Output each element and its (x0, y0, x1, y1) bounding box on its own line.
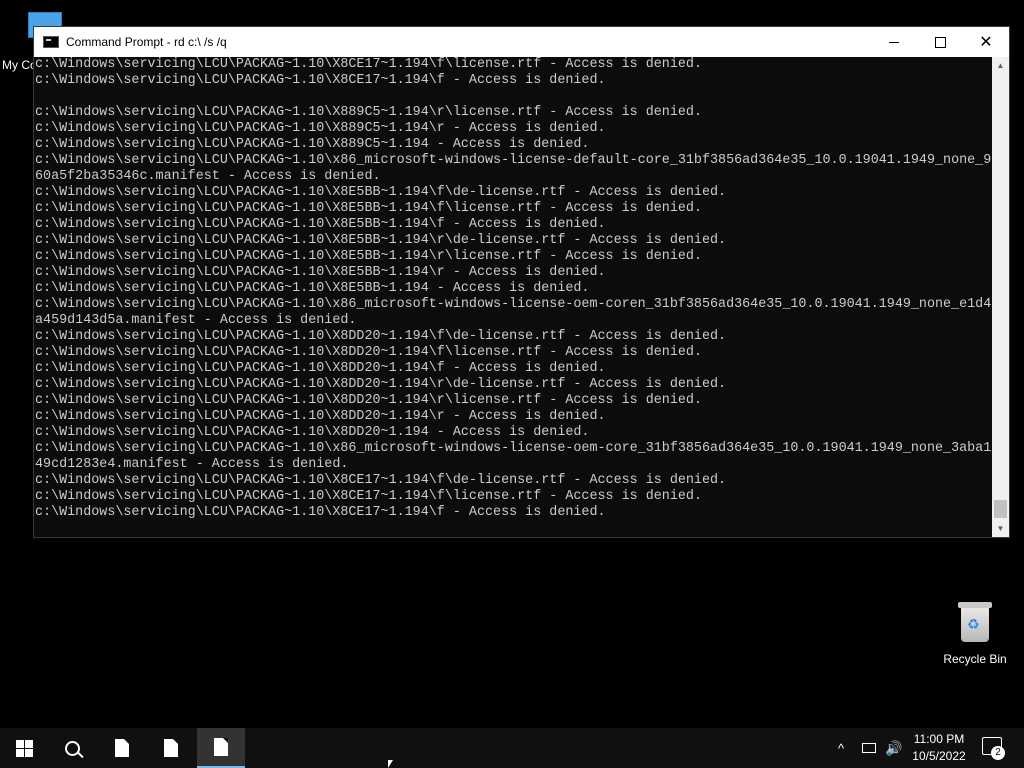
scrollbar-thumb[interactable] (994, 500, 1007, 518)
console-line: c:\Windows\servicing\LCU\PACKAG~1.10\X8C… (35, 57, 702, 72)
console-line: c:\Windows\servicing\LCU\PACKAG~1.10\X8E… (35, 201, 702, 216)
recycle-bin-icon: ♻ (958, 602, 992, 642)
document-icon (214, 738, 228, 756)
console-line: c:\Windows\servicing\LCU\PACKAG~1.10\X8E… (35, 233, 727, 248)
close-icon: ✕ (979, 34, 993, 51)
console-line: c:\Windows\servicing\LCU\PACKAG~1.10\X8E… (35, 265, 606, 280)
volume-icon: 🔊 (885, 739, 903, 756)
document-icon (164, 739, 178, 757)
console-line: c:\Windows\servicing\LCU\PACKAG~1.10\X8E… (35, 249, 702, 264)
action-center-button[interactable]: 2 (982, 737, 1005, 760)
search-button[interactable] (48, 728, 96, 768)
console-line: c:\Windows\servicing\LCU\PACKAG~1.10\X8D… (35, 329, 727, 344)
taskbar-clock[interactable]: 11:00 PM 10/5/2022 (908, 731, 970, 765)
console-line: c:\Windows\servicing\LCU\PACKAG~1.10\X8C… (35, 73, 606, 88)
console-line: c:\Windows\servicing\LCU\PACKAG~1.10\X8D… (35, 361, 606, 376)
console-line: c:\Windows\servicing\LCU\PACKAG~1.10\x86… (35, 153, 994, 168)
taskbar: ^ 🔊 11:00 PM 10/5/2022 2 (0, 728, 1024, 768)
volume-button[interactable]: 🔊 (885, 728, 905, 768)
console-line: 49cd1283e4.manifest - Access is denied. (35, 457, 349, 472)
console-line: c:\Windows\servicing\LCU\PACKAG~1.10\X8C… (35, 473, 727, 488)
console-line: c:\Windows\servicing\LCU\PACKAG~1.10\X88… (35, 105, 702, 120)
close-button[interactable]: ✕ (963, 27, 1009, 57)
console-line: c:\Windows\servicing\LCU\PACKAG~1.10\X8E… (35, 281, 590, 296)
console-line: 60a5f2ba35346c.manifest - Access is deni… (35, 169, 381, 184)
desktop-icon-label: My Co (2, 58, 37, 72)
network-icon (862, 743, 876, 753)
clock-time: 11:00 PM (913, 732, 965, 746)
scroll-down-arrow-icon[interactable]: ▼ (992, 520, 1009, 537)
network-button[interactable] (862, 728, 882, 768)
console-line: c:\Windows\servicing\LCU\PACKAG~1.10\x86… (35, 297, 994, 312)
console-line: c:\Windows\servicing\LCU\PACKAG~1.10\X8E… (35, 185, 727, 200)
console-line: c:\Windows\servicing\LCU\PACKAG~1.10\X8C… (35, 505, 606, 520)
start-button[interactable] (0, 728, 48, 768)
vertical-scrollbar[interactable]: ▲ ▼ (992, 57, 1009, 537)
document-icon (115, 739, 129, 757)
minimize-icon (889, 41, 899, 43)
console-line: c:\Windows\servicing\LCU\PACKAG~1.10\x86… (35, 441, 994, 456)
desktop-icon-recycle-bin[interactable]: ♻ Recycle Bin (940, 602, 1010, 666)
command-prompt-icon (43, 36, 59, 48)
console-line: c:\Windows\servicing\LCU\PACKAG~1.10\X8D… (35, 345, 702, 360)
notification-count-badge: 2 (991, 746, 1005, 760)
console-line: c:\Windows\servicing\LCU\PACKAG~1.10\X8D… (35, 409, 606, 424)
console-line: c:\Windows\servicing\LCU\PACKAG~1.10\X8D… (35, 393, 702, 408)
taskbar-app-3-active[interactable] (197, 728, 245, 768)
console-line: c:\Windows\servicing\LCU\PACKAG~1.10\X8E… (35, 217, 606, 232)
maximize-icon (934, 36, 946, 48)
windows-logo-icon (15, 739, 33, 757)
desktop-icon-label: Recycle Bin (943, 652, 1007, 666)
window-titlebar[interactable]: Command Prompt - rd c:\ /s /q ✕ (34, 27, 1009, 57)
console-line: c:\Windows\servicing\LCU\PACKAG~1.10\X8D… (35, 425, 590, 440)
clock-date: 10/5/2022 (912, 749, 966, 763)
minimize-button[interactable] (871, 27, 917, 57)
console-line: c:\Windows\servicing\LCU\PACKAG~1.10\X8D… (35, 377, 727, 392)
scroll-up-arrow-icon[interactable]: ▲ (992, 57, 1009, 74)
chevron-up-icon: ^ (838, 740, 845, 756)
console-line: c:\Windows\servicing\LCU\PACKAG~1.10\X88… (35, 121, 606, 136)
console-line: c:\Windows\servicing\LCU\PACKAG~1.10\X8C… (35, 489, 702, 504)
taskbar-app-2[interactable] (147, 728, 195, 768)
maximize-button[interactable] (917, 27, 963, 57)
console-line: a459d143d5a.manifest - Access is denied. (35, 313, 357, 328)
command-prompt-window[interactable]: Command Prompt - rd c:\ /s /q ✕ c:\Windo… (33, 26, 1010, 538)
taskbar-app-1[interactable] (98, 728, 146, 768)
console-output[interactable]: c:\Windows\servicing\LCU\PACKAG~1.10\X8C… (34, 57, 994, 537)
show-hidden-icons-button[interactable]: ^ (838, 728, 856, 768)
search-icon (64, 740, 80, 756)
mouse-cursor-icon (388, 760, 393, 768)
console-line: c:\Windows\servicing\LCU\PACKAG~1.10\X88… (35, 137, 590, 152)
window-title: Command Prompt - rd c:\ /s /q (66, 35, 227, 49)
